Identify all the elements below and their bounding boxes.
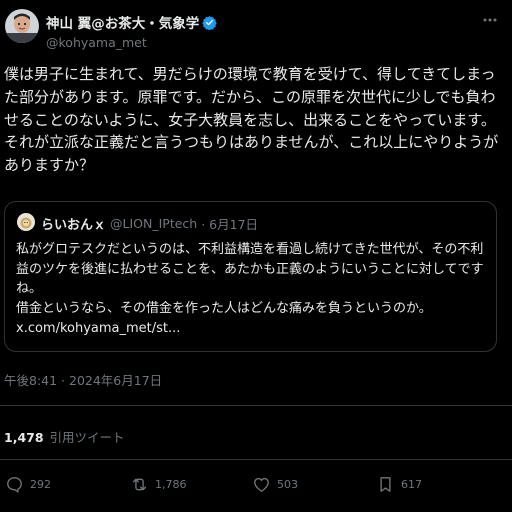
quote-count-label: 引用ツイート	[49, 430, 125, 445]
like-count: 503	[277, 478, 298, 491]
quoted-tweet-line: 借金というなら、その借金を作った人はどんな痛みを負うというのか。	[16, 301, 432, 317]
divider	[0, 459, 512, 460]
author-name-row: 神山 翼@お茶大・気象学	[46, 12, 217, 32]
bookmark-button[interactable]: 617	[376, 475, 422, 494]
tweet-paragraph: 僕は男子に生まれて、男だらけの環境で教育を受けて、得してきてしまった部分がありま…	[4, 65, 499, 175]
quoted-author-handle: @LION_IPtech	[110, 216, 198, 231]
tweet-header: 神山 翼@お茶大・気象学 @kohyama_met	[0, 0, 512, 56]
heart-icon	[254, 477, 269, 492]
bookmark-count: 617	[401, 478, 422, 491]
reply-icon	[7, 477, 22, 493]
quote-count-number: 1,478	[4, 430, 44, 445]
tweet-timestamp[interactable]: 午後8:41 · 2024年6月17日	[4, 370, 162, 389]
quoted-author-name: らいおんｘ	[41, 218, 107, 233]
tweet-actions-bar: 292 1,786 503 617	[0, 475, 512, 501]
author-handle[interactable]: @kohyama_met	[46, 35, 147, 50]
author-display-name[interactable]: 神山 翼@お茶大・気象学	[46, 12, 199, 32]
verified-badge-icon	[202, 15, 217, 30]
more-options-icon[interactable]	[482, 12, 498, 28]
author-avatar[interactable]	[5, 9, 39, 43]
quoted-tweet-body: 私がグロテスクだというのは、不利益構造を看過し続けてきた世代が、その不利益のツケ…	[16, 240, 491, 339]
tweet-body: 僕は男子に生まれて、男だらけの環境で教育を受けて、得してきてしまった部分がありま…	[4, 63, 504, 177]
retweet-icon	[132, 478, 147, 491]
retweet-count: 1,786	[155, 478, 187, 491]
quoted-tweet-date: · 6月17日	[201, 217, 259, 232]
quote-tweets-count[interactable]: 1,478 引用ツイート	[4, 427, 125, 446]
quoted-tweet-link[interactable]: x.com/kohyama_met/st...	[16, 319, 491, 339]
quoted-author-avatar	[17, 213, 35, 231]
tweet-detail: 神山 翼@お茶大・気象学 @kohyama_met 僕は男子に生まれて、男だらけ…	[0, 0, 512, 512]
retweet-button[interactable]: 1,786	[130, 475, 187, 494]
reply-button[interactable]: 292	[5, 475, 51, 494]
bookmark-icon	[380, 477, 391, 492]
reply-count: 292	[30, 478, 51, 491]
quoted-tweet-header: らいおんｘ @LION_IPtech · 6月17日	[41, 214, 258, 233]
divider	[0, 405, 512, 406]
like-button[interactable]: 503	[252, 475, 298, 494]
quoted-tweet-line: 私がグロテスクだというのは、不利益構造を看過し続けてきた世代が、その不利益のツケ…	[16, 242, 484, 297]
quoted-tweet-card[interactable]: らいおんｘ @LION_IPtech · 6月17日 私がグロテスクだというのは…	[4, 201, 497, 352]
